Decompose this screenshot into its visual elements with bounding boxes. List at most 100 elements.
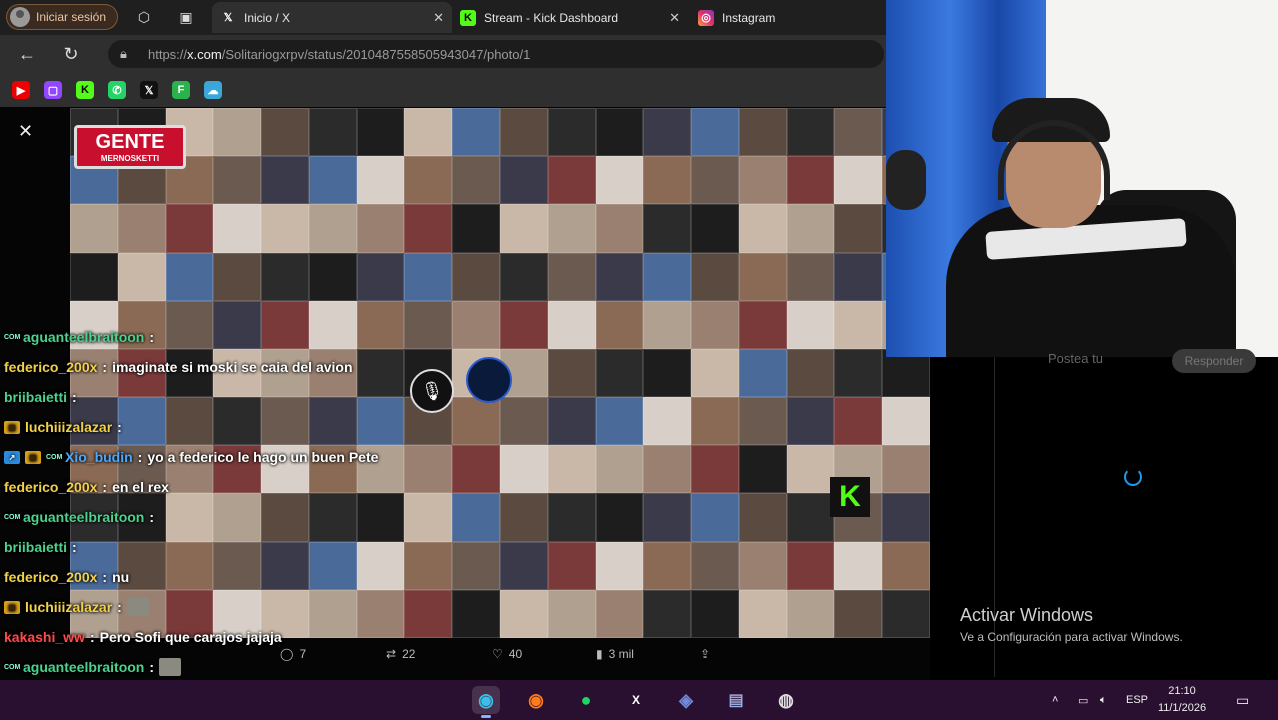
notes-icon[interactable]: ▤ (722, 686, 750, 714)
feedly-icon[interactable]: F (172, 81, 190, 99)
tab-actions-icon[interactable]: ▣ (178, 9, 194, 25)
collage-tile (786, 589, 835, 638)
tab-inicio-x[interactable]: 𝕏 Inicio / X ✕ (212, 2, 452, 33)
chat-username[interactable]: kakashi_ww (4, 625, 85, 649)
chat-username[interactable]: federico_200x (4, 565, 97, 589)
collage-tile (834, 589, 883, 638)
url-prefix: https:// (148, 46, 188, 62)
collage-tile (500, 108, 548, 157)
close-icon[interactable]: ✕ (433, 10, 444, 26)
collage-tile (786, 156, 835, 205)
chat-message: briibaietti: (4, 385, 77, 409)
chevron-up-icon[interactable]: ˄ (1052, 680, 1058, 720)
like-count: 40 (508, 647, 523, 661)
collage-tile (834, 300, 883, 349)
back-arrow-icon[interactable]: ← (16, 43, 38, 65)
collage-tile (834, 252, 883, 301)
browser-tab-bar: Iniciar sesión ⬡ ▣ 𝕏 Inicio / X ✕ K Stre… (0, 0, 886, 35)
collage-tile (643, 493, 692, 542)
views-button[interactable]: ▮ 3 mil (596, 647, 634, 661)
chat-username[interactable]: luchiiizalazar (25, 415, 112, 439)
loading-spinner-icon (1124, 468, 1142, 486)
chat-username[interactable]: briibaietti (4, 385, 67, 409)
collage-tile (738, 156, 787, 205)
collage-tile (738, 541, 787, 590)
banner-title: GENTE (95, 131, 165, 153)
chat-username[interactable]: luchiiizalazar (25, 595, 112, 619)
chat-username[interactable]: Xio_budin (65, 445, 133, 469)
collage-tile (738, 493, 787, 542)
tab-instagram[interactable]: ◎ Instagram (690, 2, 886, 33)
cloud-icon[interactable]: ☁ (204, 81, 222, 99)
collage-tile (882, 493, 930, 542)
chat-username[interactable]: federico_200x (4, 355, 97, 379)
obs-icon[interactable]: ◍ (772, 686, 800, 714)
language-indicator[interactable]: ESP (1126, 680, 1148, 720)
collage-tile (738, 204, 787, 253)
collage-tile (595, 541, 644, 590)
network-icon[interactable]: ▭ (1078, 680, 1088, 720)
volume-icon[interactable]: 🔈︎ (1100, 680, 1107, 720)
close-icon[interactable]: ✕ (669, 10, 680, 26)
collage-tile (595, 252, 644, 301)
collage-tile (691, 348, 739, 398)
collage-tile (547, 204, 596, 253)
chat-username[interactable]: aguanteelbraitoon (23, 325, 144, 349)
url-field[interactable]: 🔒︎ https://x.com/Solitariogxrpv/status/2… (108, 40, 884, 68)
xsplit-icon[interactable]: X (622, 686, 650, 714)
activation-subtitle: Ve a Configuración para activar Windows. (960, 630, 1183, 644)
collage-tile (834, 156, 883, 205)
url-path: /Solitariogxrpv/status/20104875585059430… (221, 46, 531, 62)
profile-label: Iniciar sesión (36, 10, 107, 24)
reply-input[interactable]: Postea tu (1048, 351, 1103, 366)
collage-tile (786, 204, 835, 253)
windows-activation-watermark: Activar Windows Ve a Configuración para … (960, 605, 1183, 644)
chat-message: briibaietti: (4, 535, 77, 559)
twitch-icon[interactable]: ▢ (44, 81, 62, 99)
close-icon[interactable]: ✕ (18, 121, 33, 142)
com-badge-icon: COM (4, 663, 21, 671)
notifications-icon[interactable]: ▭ (1236, 680, 1249, 720)
tab-kick-dashboard[interactable]: K Stream - Kick Dashboard ✕ (452, 2, 688, 33)
x-icon[interactable]: 𝕏 (140, 81, 158, 99)
share-button[interactable]: ⇪ (700, 647, 710, 661)
collage-tile (691, 108, 739, 157)
collage-tile (213, 108, 262, 157)
youtube-icon[interactable]: ▶ (12, 81, 30, 99)
profile-button[interactable]: Iniciar sesión (6, 4, 118, 30)
clock[interactable]: 21:10 11/1/2026 (1154, 683, 1210, 717)
reply-button[interactable]: Responder (1172, 349, 1256, 373)
chat-separator: : (72, 539, 77, 555)
collage-tile (547, 252, 596, 301)
collage-tile (261, 204, 309, 253)
chat-message: federico_200x: imaginate si moski se caia… (4, 355, 353, 379)
collage-tile (500, 204, 548, 253)
chat-username[interactable]: aguanteelbraitoon (23, 655, 144, 679)
like-button[interactable]: ♡ 40 (492, 647, 522, 661)
chat-username[interactable]: federico_200x (4, 475, 97, 499)
discord-icon[interactable]: ◈ (672, 686, 700, 714)
com-badge-icon: COM (46, 453, 63, 461)
spotify-icon[interactable]: ● (572, 686, 600, 714)
firefox-icon[interactable]: ◉ (522, 686, 550, 714)
taskbar: ◉ ◉ ● X ◈ ▤ ◍ ˄ ▭ 🔈︎ ESP 21:10 11/1/2026… (0, 680, 1278, 720)
collage-tile (643, 445, 692, 494)
chat-username[interactable]: briibaietti (4, 535, 67, 559)
chat-username[interactable]: aguanteelbraitoon (23, 505, 144, 529)
edge-icon[interactable]: ◉ (472, 686, 500, 718)
site-info-icon[interactable]: 🔒︎ (120, 46, 136, 62)
collage-tile (547, 589, 596, 638)
kick-icon[interactable]: K (76, 81, 94, 99)
workspaces-icon[interactable]: ⬡ (136, 9, 152, 25)
chat-text: yo a federico le hago un buen Pete (147, 449, 379, 465)
chat-separator: : (102, 359, 108, 375)
collage-tile (643, 300, 692, 349)
time: 21:10 (1168, 685, 1196, 697)
collage-tile (834, 108, 883, 157)
chat-message: federico_200x: nu (4, 565, 129, 589)
chat-separator: : (102, 569, 108, 585)
collage-tile (786, 348, 835, 398)
collage-tile (643, 204, 692, 253)
whatsapp-icon[interactable]: ✆ (108, 81, 126, 99)
reload-icon[interactable]: ↻ (60, 43, 82, 65)
